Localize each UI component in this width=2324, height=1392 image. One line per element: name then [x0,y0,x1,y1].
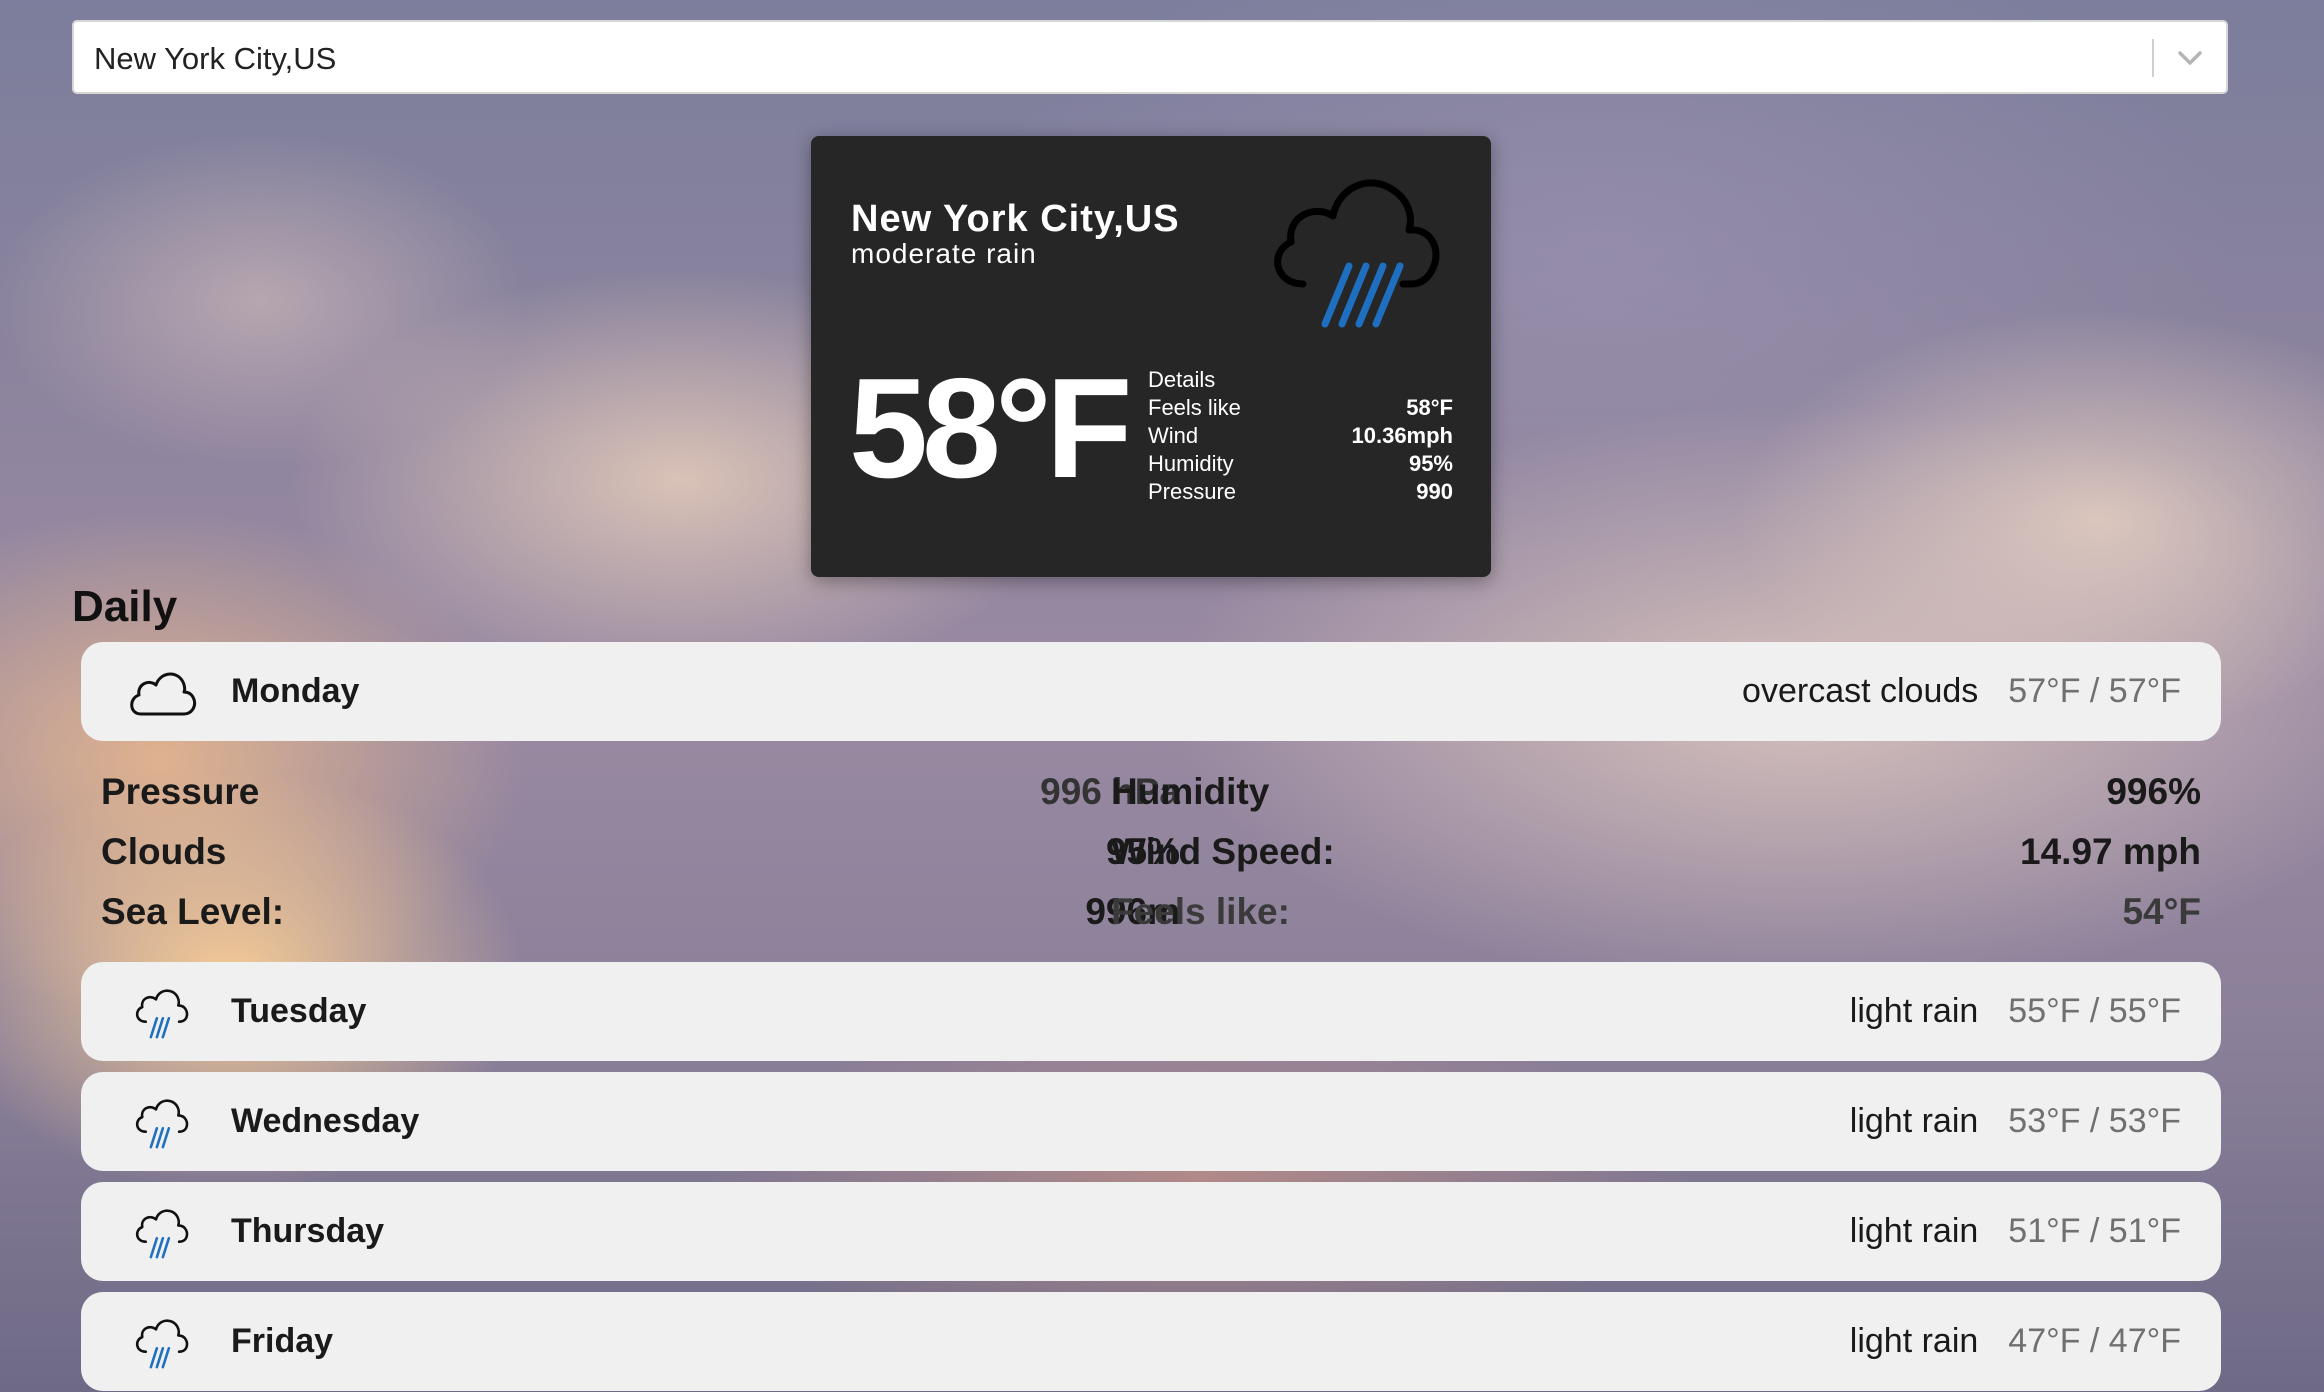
day-name: Monday [231,672,360,710]
detail-value: 95% [1408,451,1453,476]
detail-row-humidity: Humidity 95% [1148,450,1453,478]
detail-value: 58°F [1406,395,1453,420]
day-summary: light rain 47°F / 47°F [1850,1292,2181,1391]
humidity-value: 996% [2106,771,2201,812]
day-row-friday[interactable]: Friday light rain 47°F / 47°F [81,1292,2221,1391]
day-details-monday: Pressure 996 hPa Humidity 996% Clouds 95… [101,762,2201,942]
current-city: New York City,US [851,198,1180,240]
rain-cloud-icon [135,989,189,1039]
details-panel: Details Feels like 58°F Wind 10.36mph Hu… [1148,366,1453,506]
city-select[interactable]: New York City,US [72,20,2228,94]
cloud-icon [130,672,197,716]
day-name: Friday [231,1322,334,1360]
day-description: light rain [1849,1322,1979,1360]
day-description: light rain [1849,992,1979,1030]
details-title-row: Details [1148,366,1453,394]
pressure-label: Pressure [101,771,260,812]
day-row-wednesday[interactable]: Wednesday light rain 53°F / 53°F [81,1072,2221,1171]
day-temps: 51°F / 51°F [2008,1212,2181,1250]
current-description: moderate rain [851,238,1037,269]
rain-cloud-icon [1274,179,1440,328]
day-description: overcast clouds [1742,672,1979,710]
rain-cloud-icon [135,1209,189,1259]
detail-row-wind: Wind 10.36mph [1148,422,1453,450]
day-name: Wednesday [231,1102,420,1140]
wind-speed-label: Wind Speed: [1111,831,1335,872]
detail-value: 990 [1416,479,1453,504]
day-summary: light rain 51°F / 51°F [1850,1182,2181,1281]
day-row-thursday[interactable]: Thursday light rain 51°F / 51°F [81,1182,2221,1281]
city-select-value: New York City,US [94,41,337,76]
daily-heading: Daily [72,582,178,631]
day-description: light rain [1849,1212,1979,1250]
wind-speed-value: 14.97 mph [2020,831,2201,872]
sea-level-label: Sea Level: [101,891,285,932]
day-temps: 55°F / 55°F [2008,992,2181,1030]
rain-cloud-icon [135,1319,189,1369]
detail-label: Pressure [1148,479,1237,504]
detail-label: Humidity [1148,451,1234,476]
day-name: Tuesday [231,992,367,1030]
detail-row: Pressure 996 hPa Humidity 996% [101,762,2201,822]
detail-row: Clouds 95% Wind Speed: 14.97 mph [101,822,2201,882]
day-row-tuesday[interactable]: Tuesday light rain 55°F / 55°F [81,962,2221,1061]
detail-row-feels-like: Feels like 58°F [1148,394,1453,422]
current-temperature: 58°F [849,349,1132,508]
humidity-label: Humidity [1111,771,1270,812]
detail-row-pressure: Pressure 990 [1148,478,1453,506]
day-description: light rain [1849,1102,1979,1140]
current-weather-card: New York City,US moderate rain 58°F Deta… [811,136,1491,577]
day-summary: light rain 55°F / 55°F [1850,962,2181,1061]
detail-label: Feels like [1148,395,1241,420]
chevron-down-icon[interactable] [2174,44,2206,72]
detail-row: Sea Level: 996m Feels like: 54°F [101,882,2201,942]
day-row-monday[interactable]: Monday overcast clouds 57°F / 57°F [81,642,2221,741]
day-temps: 57°F / 57°F [2008,672,2181,710]
day-summary: overcast clouds 57°F / 57°F [1742,642,2181,741]
details-title: Details [1148,367,1216,392]
day-name: Thursday [231,1212,385,1250]
rain-cloud-icon [135,1099,189,1149]
day-temps: 53°F / 53°F [2008,1102,2181,1140]
day-summary: light rain 53°F / 53°F [1850,1072,2181,1171]
detail-value: 10.36mph [1351,423,1454,448]
clouds-label: Clouds [101,831,227,872]
detail-label: Wind [1148,423,1199,448]
select-separator [2152,39,2154,77]
feels-like-value: 54°F [2122,891,2201,932]
day-temps: 47°F / 47°F [2008,1322,2181,1360]
feels-like-label: Feels like: [1111,891,1290,932]
